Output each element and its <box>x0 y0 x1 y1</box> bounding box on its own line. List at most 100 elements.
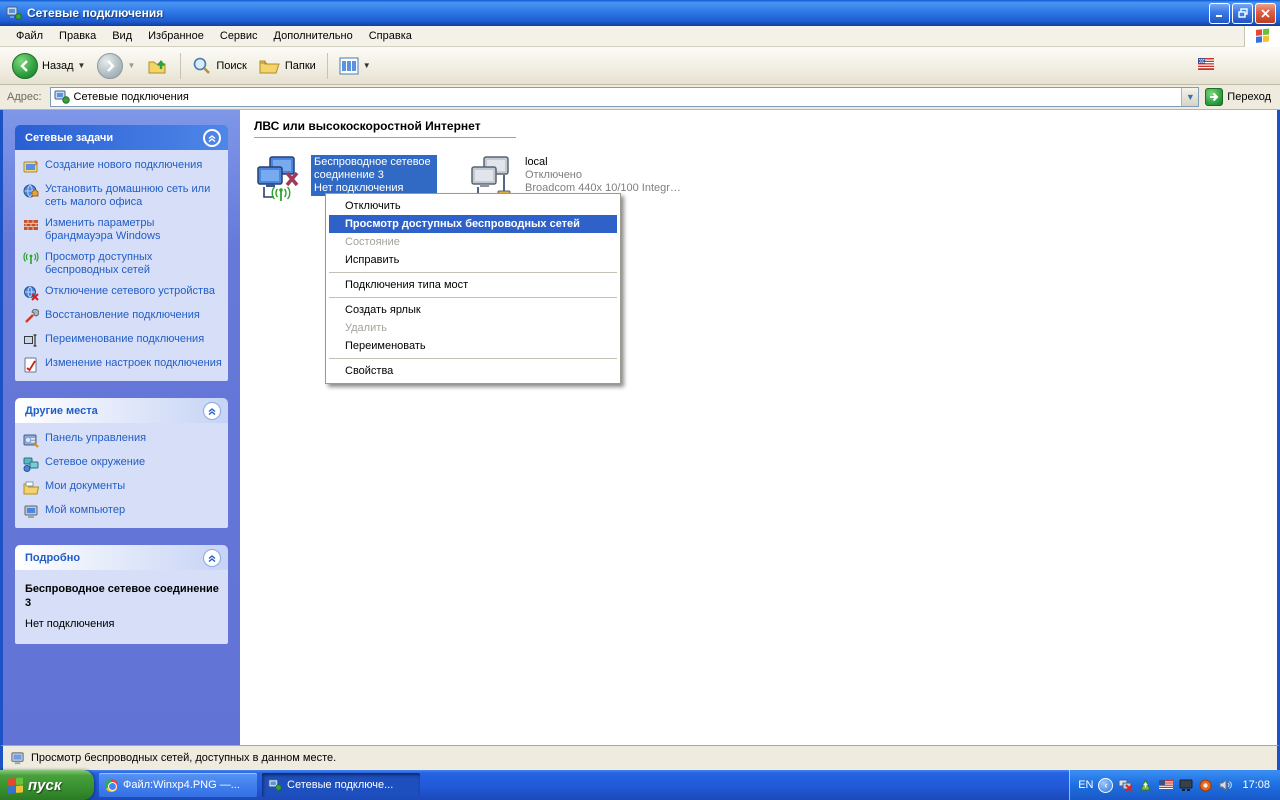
menu-separator <box>329 297 617 298</box>
network-tasks-title: Сетевые задачи <box>25 132 113 144</box>
other-places-body: Панель управления Сетевое окружение Мои … <box>15 423 228 528</box>
tray-display-icon[interactable] <box>1178 778 1193 793</box>
place-my-documents[interactable]: Мои документы <box>23 480 224 496</box>
start-button[interactable]: пуск <box>0 770 94 800</box>
details-title: Подробно <box>25 552 80 564</box>
section-title: ЛВС или высокоскоростной Интернет <box>254 119 1277 133</box>
minimize-button[interactable] <box>1209 3 1230 24</box>
tray-volume-icon[interactable] <box>1218 778 1233 793</box>
menu-item-repair[interactable]: Исправить <box>329 251 617 269</box>
details-header[interactable]: Подробно <box>15 545 228 570</box>
wireless-connection-icon <box>254 155 306 205</box>
address-input[interactable]: Сетевые подключения ▼ <box>50 87 1200 107</box>
forward-dropdown-icon[interactable]: ▼ <box>127 61 135 70</box>
menu-favorites[interactable]: Избранное <box>140 28 212 44</box>
details-connection-name: Беспроводное сетевое соединение 3 <box>25 582 220 610</box>
status-computer-icon <box>10 751 25 766</box>
details-body: Беспроводное сетевое соединение 3 Нет по… <box>15 570 228 644</box>
tray-app-icon[interactable] <box>1198 778 1213 793</box>
place-control-panel[interactable]: Панель управления <box>23 432 224 448</box>
toolbar-separator <box>180 53 181 79</box>
tray-network-disconnected-icon[interactable] <box>1118 778 1133 793</box>
go-arrow-icon <box>1205 88 1223 106</box>
network-tasks-panel: Сетевые задачи Создание нового подключен… <box>15 125 228 381</box>
back-button[interactable]: Назад ▼ <box>8 51 89 81</box>
folders-icon <box>259 56 281 76</box>
language-indicator[interactable]: EN <box>1078 779 1093 791</box>
hide-icons-chevron-icon[interactable]: ‹ <box>1098 778 1113 793</box>
network-connections-window-icon <box>6 5 22 21</box>
place-network-neighborhood[interactable]: Сетевое окружение <box>23 456 224 472</box>
go-button[interactable]: Переход <box>1203 88 1277 106</box>
search-button[interactable]: Поиск <box>188 54 250 78</box>
views-icon <box>339 56 359 76</box>
menu-item-bridge-connections[interactable]: Подключения типа мост <box>329 276 617 294</box>
menu-separator <box>329 358 617 359</box>
new-connection-icon <box>23 159 39 175</box>
collapse-chevron-icon[interactable] <box>203 402 221 420</box>
search-label: Поиск <box>216 60 246 72</box>
restore-button[interactable] <box>1232 3 1253 24</box>
task-label: Отключение сетевого устройства <box>45 285 215 298</box>
sidebar: Сетевые задачи Создание нового подключен… <box>0 110 240 745</box>
up-folder-icon <box>147 55 169 77</box>
task-view-wireless-networks[interactable]: Просмотр доступных беспроводных сетей <box>23 251 224 277</box>
task-setup-home-network[interactable]: Установить домашнюю сеть или сеть малого… <box>23 183 224 209</box>
other-places-panel: Другие места Панель управления Сетевое о… <box>15 398 228 528</box>
close-button[interactable] <box>1255 3 1276 24</box>
other-places-header[interactable]: Другие места <box>15 398 228 423</box>
tray-update-shield-icon[interactable] <box>1138 778 1153 793</box>
task-firewall-settings[interactable]: Изменить параметры брандмауэра Windows <box>23 217 224 243</box>
menu-item-rename[interactable]: Переименовать <box>329 337 617 355</box>
menu-bar: Файл Правка Вид Избранное Сервис Дополни… <box>0 26 1280 47</box>
network-tasks-header[interactable]: Сетевые задачи <box>15 125 228 150</box>
network-tasks-body: Создание нового подключения Установить д… <box>15 150 228 381</box>
task-change-settings[interactable]: Изменение настроек подключения <box>23 357 224 373</box>
taskbar-task-network-connections[interactable]: Сетевые подключе... <box>262 773 420 797</box>
menu-item-create-shortcut[interactable]: Создать ярлык <box>329 301 617 319</box>
menu-edit[interactable]: Правка <box>51 28 104 44</box>
menu-item-disconnect[interactable]: Отключить <box>329 197 617 215</box>
menu-item-view-wireless-networks[interactable]: Просмотр доступных беспроводных сетей <box>329 215 617 233</box>
taskbar-task-browser[interactable]: Файл:Winxp4.PNG —... <box>99 773 257 797</box>
toolbar-separator <box>327 53 328 79</box>
disable-device-icon <box>23 285 39 301</box>
back-dropdown-icon[interactable]: ▼ <box>78 61 86 70</box>
address-bar: Адрес: Сетевые подключения ▼ Переход <box>0 85 1280 110</box>
language-flag-icon[interactable] <box>1198 58 1214 73</box>
menu-file[interactable]: Файл <box>8 28 51 44</box>
task-label: Изменить параметры брандмауэра Windows <box>45 217 224 243</box>
other-places-title: Другие места <box>25 405 98 417</box>
menu-help[interactable]: Справка <box>361 28 420 44</box>
desktop-screen: Сетевые подключения Файл Правка Вид Избр… <box>0 0 1280 800</box>
task-repair-connection[interactable]: Восстановление подключения <box>23 309 224 325</box>
collapse-chevron-icon[interactable] <box>203 549 221 567</box>
views-button[interactable]: ▼ <box>335 54 375 78</box>
task-disable-device[interactable]: Отключение сетевого устройства <box>23 285 224 301</box>
menu-advanced[interactable]: Дополнительно <box>266 28 361 44</box>
menu-item-properties[interactable]: Свойства <box>329 362 617 380</box>
menu-view[interactable]: Вид <box>104 28 140 44</box>
task-create-connection[interactable]: Создание нового подключения <box>23 159 224 175</box>
network-places-icon <box>23 456 39 472</box>
place-label: Мой компьютер <box>45 504 125 517</box>
chrome-icon <box>105 779 118 792</box>
details-panel: Подробно Беспроводное сетевое соединение… <box>15 545 228 644</box>
menu-tools[interactable]: Сервис <box>212 28 266 44</box>
windows-start-logo-icon <box>8 777 23 793</box>
address-folder-icon <box>54 89 70 105</box>
up-button[interactable] <box>143 53 173 79</box>
views-dropdown-icon[interactable]: ▼ <box>363 61 371 70</box>
tray-us-flag-icon[interactable] <box>1158 778 1173 793</box>
task-rename-connection[interactable]: Переименование подключения <box>23 333 224 349</box>
address-dropdown-icon[interactable]: ▼ <box>1181 88 1198 106</box>
place-my-computer[interactable]: Мой компьютер <box>23 504 224 520</box>
go-label: Переход <box>1227 91 1271 103</box>
collapse-chevron-icon[interactable] <box>203 129 221 147</box>
forward-button[interactable]: ▼ <box>93 51 139 81</box>
connection-label-selected[interactable]: Беспроводное сетевое соединение 3 Нет по… <box>311 155 437 196</box>
folders-button[interactable]: Папки <box>255 54 320 78</box>
tray-clock[interactable]: 17:08 <box>1242 779 1270 791</box>
context-menu: Отключить Просмотр доступных беспроводны… <box>325 193 621 384</box>
task-label: Создание нового подключения <box>45 159 202 172</box>
